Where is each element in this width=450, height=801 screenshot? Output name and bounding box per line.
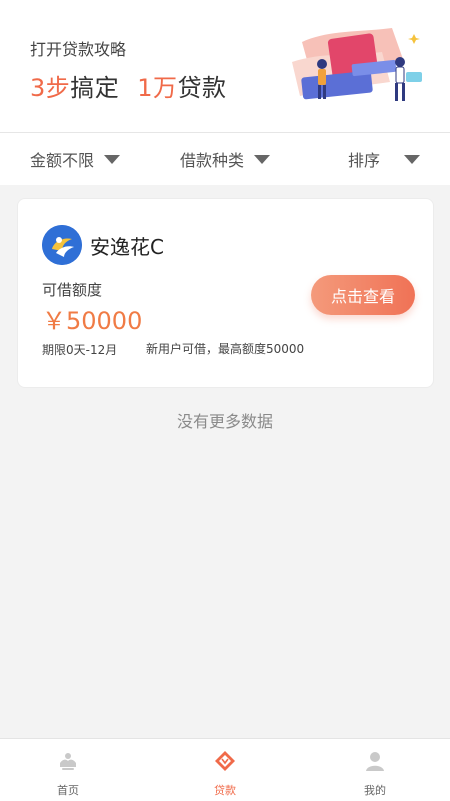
tab-profile[interactable]: 我的 [325, 739, 425, 801]
limit-label: 可借额度 [42, 281, 103, 299]
loan-term: 期限0天-12月 [42, 343, 118, 357]
product-name: 安逸花C [90, 235, 164, 259]
banner-amount-number: 1万 [137, 74, 178, 102]
caret-down-icon [404, 154, 421, 164]
banner-amount-text: 贷款 [177, 74, 227, 102]
tab-loan-label: 贷款 [214, 784, 236, 797]
banner-subtitle: 打开贷款攻略 [30, 40, 127, 59]
product-card[interactable]: 安逸花C 可借额度 ￥50000 期限0天-12月 新用户可借，最高额度5000… [17, 198, 434, 388]
product-logo-icon [42, 225, 82, 265]
loan-icon [215, 751, 235, 771]
tab-home[interactable]: 首页 [18, 739, 118, 801]
banner-steps-number: 3步 [30, 74, 71, 102]
profile-icon [366, 752, 384, 771]
filter-sort-label: 排序 [348, 151, 381, 170]
filter-amount-label: 金额不限 [30, 151, 95, 170]
banner-steps-text: 搞定 [70, 74, 120, 102]
view-details-button[interactable]: 点击查看 [311, 275, 415, 315]
filter-loan-type[interactable]: 借款种类 [180, 133, 271, 185]
promo-banner[interactable]: 打开贷款攻略 3步搞定 1万贷款 [0, 0, 450, 133]
filter-loan-type-label: 借款种类 [180, 151, 245, 170]
no-more-data-text: 没有更多数据 [176, 412, 273, 431]
filter-bar: 金额不限 借款种类 排序 [0, 133, 450, 185]
filter-amount[interactable]: 金额不限 [30, 133, 121, 185]
caret-down-icon [254, 154, 271, 164]
banner-headline: 3步搞定 1万贷款 [30, 68, 227, 103]
tab-loan[interactable]: 贷款 [175, 739, 275, 801]
caret-down-icon [104, 154, 121, 164]
product-description: 新用户可借，最高额度50000 [146, 342, 305, 356]
home-icon [60, 753, 76, 770]
loan-amount: ￥50000 [42, 307, 143, 335]
bottom-tab-bar: 首页 贷款 我的 [0, 738, 450, 801]
filter-sort[interactable]: 排序 [348, 133, 421, 185]
tab-profile-label: 我的 [364, 784, 386, 797]
tab-home-label: 首页 [57, 784, 79, 797]
banner-illustration [292, 28, 422, 101]
